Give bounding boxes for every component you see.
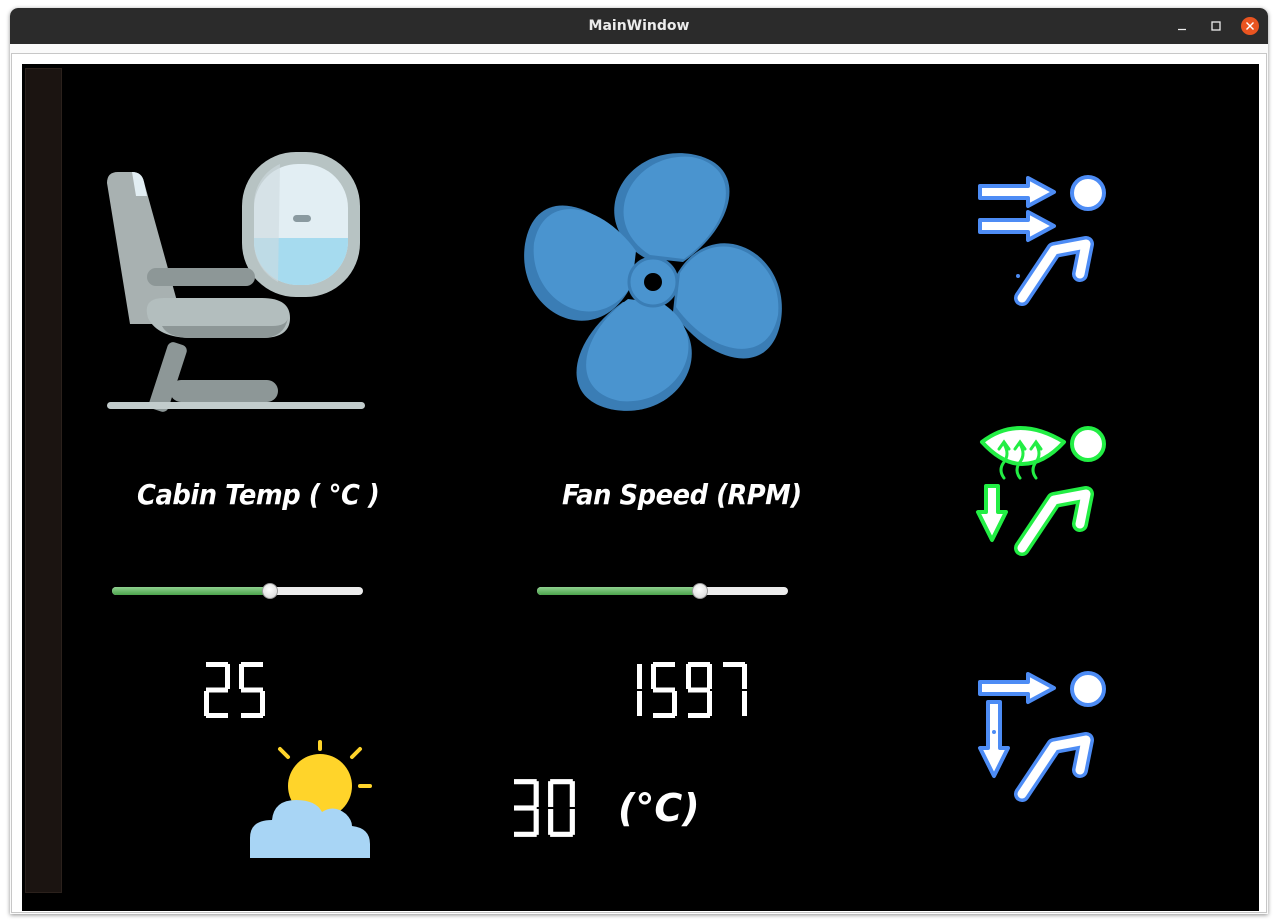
lcd-digit	[514, 779, 539, 837]
lcd-segment	[548, 781, 554, 807]
lcd-segment	[653, 662, 675, 667]
slider-handle[interactable]	[692, 583, 709, 599]
lcd-segment	[637, 691, 642, 716]
lcd-segment	[260, 691, 265, 716]
lcd-segment	[742, 664, 747, 689]
outside-temp-unit: (°C)	[618, 786, 700, 830]
lcd-segment	[707, 664, 712, 689]
lcd-segment	[239, 664, 244, 689]
lcd-segment	[514, 779, 537, 785]
lcd-segment	[548, 809, 554, 835]
lcd-segment	[533, 809, 539, 835]
lcd-segment	[651, 664, 656, 689]
lcd-digit	[651, 662, 677, 718]
slider-fill	[537, 587, 701, 595]
fan-speed-label: Fan Speed (RPM)	[562, 478, 802, 511]
outside-temp-display	[514, 779, 575, 837]
maximize-icon[interactable]	[1206, 16, 1226, 36]
lcd-segment	[241, 662, 263, 667]
main-window: MainWindow Cabin Temp (°C) Fan Speed (…	[10, 8, 1268, 914]
dashboard-screen: Cabin Temp ( °C ) Fan Speed (RPM) (°C)	[22, 64, 1259, 911]
lcd-digit	[686, 662, 712, 718]
lcd-segment	[225, 664, 230, 689]
fan-speed-slider[interactable]	[537, 579, 788, 603]
client-area: Cabin Temp ( °C ) Fan Speed (RPM) (°C)	[10, 44, 1268, 914]
lcd-digit	[637, 664, 642, 716]
defrost-floor-airflow-mode-icon[interactable]	[974, 416, 1114, 556]
lcd-segment	[688, 713, 710, 718]
lcd-segment	[241, 713, 263, 718]
face-airflow-mode-icon[interactable]	[974, 172, 1114, 306]
lcd-segment	[637, 664, 642, 689]
lcd-segment	[533, 781, 539, 807]
lcd-segment	[688, 687, 710, 693]
slider-handle[interactable]	[262, 583, 279, 599]
lcd-digit	[239, 662, 265, 718]
dashboard-frame: Cabin Temp ( °C ) Fan Speed (RPM) (°C)	[11, 53, 1267, 913]
lcd-segment	[688, 662, 710, 667]
lcd-segment	[514, 831, 537, 837]
fan-icon	[524, 153, 782, 411]
lcd-digit	[548, 779, 575, 837]
lcd-segment	[206, 687, 228, 693]
minimize-icon[interactable]	[1172, 16, 1192, 36]
cabin-temp-display	[204, 662, 265, 718]
lcd-digit	[723, 662, 747, 716]
lcd-segment	[686, 664, 691, 689]
lcd-digit	[204, 662, 230, 718]
cabin-temp-label: Cabin Temp ( °C )	[137, 478, 380, 511]
lcd-segment	[672, 691, 677, 716]
lcd-segment	[206, 662, 228, 667]
partly-cloudy-icon	[250, 740, 372, 858]
slider-fill	[112, 587, 271, 595]
title-bar[interactable]: MainWindow	[10, 8, 1268, 44]
window-title: MainWindow	[588, 18, 690, 34]
lcd-segment	[742, 691, 747, 716]
lcd-segment	[723, 662, 745, 667]
side-panel[interactable]	[25, 68, 62, 893]
close-icon[interactable]	[1240, 16, 1260, 36]
cabin-temp-slider[interactable]	[112, 579, 363, 603]
lcd-segment	[569, 781, 575, 807]
lcd-segment	[206, 713, 228, 718]
lcd-segment	[707, 691, 712, 716]
lcd-segment	[653, 687, 675, 693]
fan-speed-display	[637, 662, 747, 718]
lcd-segment	[653, 713, 675, 718]
lcd-segment	[569, 809, 575, 835]
lcd-segment	[550, 831, 573, 837]
lcd-segment	[514, 805, 537, 811]
lcd-segment	[550, 779, 573, 785]
face-floor-airflow-mode-icon[interactable]	[974, 668, 1114, 808]
lcd-segment	[204, 691, 209, 716]
lcd-segment	[241, 687, 263, 693]
airplane-seat-window-icon	[107, 152, 365, 412]
